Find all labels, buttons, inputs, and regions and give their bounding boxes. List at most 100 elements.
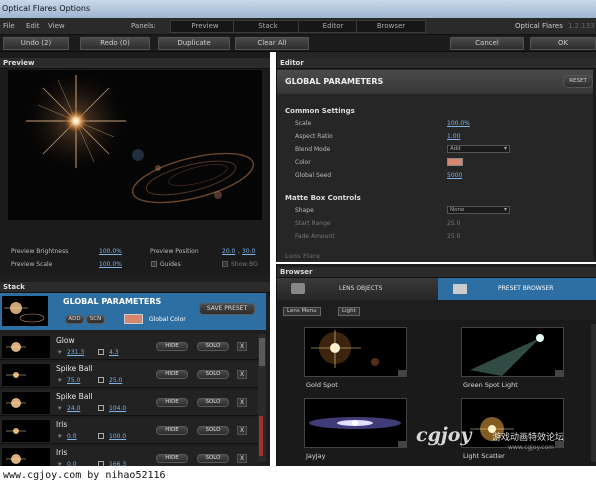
stack-scroll-thumb[interactable] xyxy=(259,338,265,366)
blend-mode-dropdown[interactable]: Add xyxy=(447,145,510,153)
preset-green-spot-thumb[interactable] xyxy=(461,327,564,377)
stack-row-brightness[interactable]: 231.3 xyxy=(67,349,84,356)
hide-button[interactable]: HIDE xyxy=(156,398,188,407)
preview-position-x[interactable]: 20.0 xyxy=(222,248,235,255)
breadcrumb-light[interactable]: Light xyxy=(338,307,360,316)
watermark-url: www.cgjoy.com xyxy=(508,444,554,451)
brightness-icon: ☀ xyxy=(57,377,63,384)
stack-row-scale[interactable]: 100.0 xyxy=(109,433,126,440)
preview-position-y[interactable]: 30.0 xyxy=(242,248,255,255)
start-range-value[interactable]: 25.0 xyxy=(447,220,460,227)
preview-header: Preview xyxy=(0,58,270,69)
stack-row-name: Iris xyxy=(56,420,68,429)
remove-button[interactable]: X xyxy=(237,454,247,463)
reset-button[interactable]: RESET xyxy=(563,75,593,88)
tab-preset-browser[interactable]: PRESET BROWSER xyxy=(438,278,596,300)
preview-viewport[interactable] xyxy=(8,70,262,220)
stack-scrollbar[interactable] xyxy=(258,334,266,462)
solo-button[interactable]: SOLO xyxy=(197,370,229,379)
preview-position-label: Preview Position xyxy=(150,248,199,255)
solo-button[interactable]: SOLO xyxy=(197,398,229,407)
stack-row-thumbnail xyxy=(2,336,50,358)
shape-dropdown[interactable]: None xyxy=(447,206,510,214)
scn-button[interactable]: SCN xyxy=(86,315,105,324)
show-bg-checkbox[interactable] xyxy=(222,261,228,267)
tab-preset-browser-label: PRESET BROWSER xyxy=(498,285,554,292)
editor-panel: Editor GLOBAL PARAMETERS RESET Common Se… xyxy=(276,52,596,262)
tab-lens-objects-label: LENS OBJECTS xyxy=(339,285,383,292)
stack-row[interactable]: Iris ☀ 0.0 100.0 HIDE SOLO X xyxy=(0,418,258,444)
fade-amount-value[interactable]: 25.0 xyxy=(447,233,460,240)
remove-button[interactable]: X xyxy=(237,398,247,407)
stack-row[interactable]: Glow ☀ 231.3 4.3 HIDE SOLO X xyxy=(0,334,258,360)
hide-button[interactable]: HIDE xyxy=(156,426,188,435)
stack-row-scale[interactable]: 4.3 xyxy=(109,349,119,356)
preview-brightness-value[interactable]: 100.0% xyxy=(99,248,122,255)
hide-button[interactable]: HIDE xyxy=(156,454,188,463)
camera-icon xyxy=(291,283,305,294)
breadcrumb-lens-menu[interactable]: Lens Menu xyxy=(283,307,321,316)
editor-header: Editor xyxy=(277,58,596,69)
preset-gold-spot-name: Gold Spot xyxy=(306,381,338,389)
stack-row[interactable]: Spike Ball ☀ 24.0 104.0 HIDE SOLO X xyxy=(0,390,258,416)
color-swatch[interactable] xyxy=(447,158,463,166)
solo-button[interactable]: SOLO xyxy=(197,426,229,435)
menu-file[interactable]: File xyxy=(3,18,15,35)
lens-flare-section-title: Lens Flare xyxy=(285,253,321,258)
remove-button[interactable]: X xyxy=(237,342,247,351)
stack-row-thumbnail xyxy=(2,448,50,466)
stack-row-name: Spike Ball xyxy=(56,364,93,373)
solo-button[interactable]: SOLO xyxy=(197,454,229,463)
guides-checkbox[interactable] xyxy=(151,261,157,267)
remove-button[interactable]: X xyxy=(237,426,247,435)
global-seed-value[interactable]: 5000 xyxy=(447,172,462,179)
add-button[interactable]: ADD xyxy=(65,315,84,324)
preset-green-spot-badge xyxy=(555,370,564,377)
common-settings-title: Common Settings xyxy=(285,107,355,115)
tab-lens-objects[interactable]: LENS OBJECTS xyxy=(277,278,438,300)
scale-value[interactable]: 100.0% xyxy=(447,120,470,127)
scale-label: Scale xyxy=(295,120,312,127)
solo-button[interactable]: SOLO xyxy=(197,342,229,351)
panels-label: Panels: xyxy=(131,22,156,30)
scale-icon xyxy=(98,433,104,439)
editor-section-bar: GLOBAL PARAMETERS RESET xyxy=(277,70,596,94)
aspect-ratio-label: Aspect Ratio xyxy=(295,133,333,140)
scale-icon xyxy=(98,349,104,355)
cancel-button[interactable]: Cancel xyxy=(450,37,524,50)
stack-row-brightness[interactable]: 0.0 xyxy=(67,433,77,440)
preset-gold-spot-badge xyxy=(398,370,407,377)
stack-row-scale[interactable]: 25.0 xyxy=(109,377,122,384)
aspect-ratio-value[interactable]: 1.00 xyxy=(447,133,460,140)
start-range-label: Start Range xyxy=(295,220,331,227)
remove-button[interactable]: X xyxy=(237,370,247,379)
global-color-swatch[interactable] xyxy=(124,314,143,324)
preview-scale-value[interactable]: 100.0% xyxy=(99,261,122,268)
menu-view[interactable]: View xyxy=(48,18,65,35)
preview-panel: Preview Preview Brightness 100.0% Previe… xyxy=(0,52,270,276)
save-preset-button[interactable]: SAVE PRESET xyxy=(199,303,255,315)
brightness-icon: ☀ xyxy=(57,433,63,440)
global-seed-label: Global Seed xyxy=(295,172,332,179)
stack-row[interactable]: Iris ☀ 0.0 166.3 HIDE SOLO X xyxy=(0,446,258,466)
duplicate-button[interactable]: Duplicate xyxy=(158,37,230,50)
hide-button[interactable]: HIDE xyxy=(156,342,188,351)
stack-row-scale[interactable]: 104.0 xyxy=(109,405,126,412)
preset-jayjay-thumb[interactable] xyxy=(304,398,407,448)
stack-row[interactable]: Spike Ball ☀ 75.0 25.0 HIDE SOLO X xyxy=(0,362,258,388)
panel-toggle-browser[interactable]: Browser xyxy=(356,20,426,33)
preset-gold-spot-thumb[interactable] xyxy=(304,327,407,377)
global-parameters-row[interactable]: GLOBAL PARAMETERS ADD SCN Global Color S… xyxy=(0,293,266,330)
preset-jayjay-badge xyxy=(398,441,407,448)
ok-button[interactable]: OK xyxy=(530,37,596,50)
stack-row-brightness[interactable]: 24.0 xyxy=(67,405,80,412)
hide-button[interactable]: HIDE xyxy=(156,370,188,379)
redo-button[interactable]: Redo (0) xyxy=(80,37,150,50)
panel-toggle-preview[interactable]: Preview xyxy=(170,20,240,33)
panel-toggle-stack[interactable]: Stack xyxy=(233,20,303,33)
matte-box-title: Matte Box Controls xyxy=(285,194,361,202)
clear-all-button[interactable]: Clear All xyxy=(235,37,309,50)
menu-edit[interactable]: Edit xyxy=(26,18,40,35)
stack-row-brightness[interactable]: 75.0 xyxy=(67,377,80,384)
undo-button[interactable]: Undo (2) xyxy=(3,37,69,50)
